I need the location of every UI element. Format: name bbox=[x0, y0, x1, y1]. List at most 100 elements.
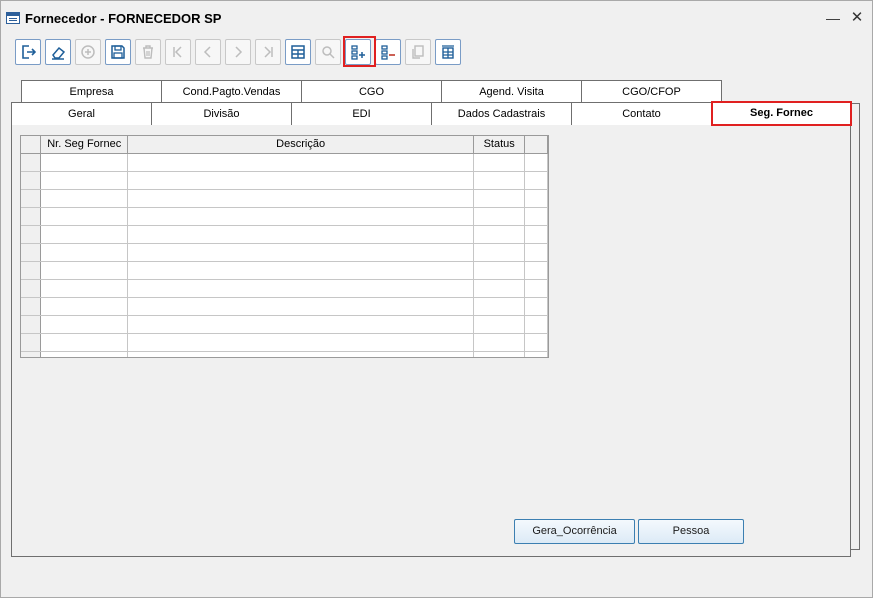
filler-cell bbox=[524, 315, 548, 334]
row-header-cell bbox=[21, 315, 42, 334]
nr-seg-fornec-cell[interactable] bbox=[40, 333, 129, 352]
tab-agend-visita[interactable]: Agend. Visita bbox=[441, 80, 582, 103]
table-row[interactable] bbox=[21, 225, 548, 244]
status-cell[interactable] bbox=[473, 207, 526, 226]
remove-row-button[interactable] bbox=[375, 39, 401, 65]
status-cell[interactable] bbox=[473, 333, 526, 352]
filler-cell bbox=[524, 225, 548, 244]
nr-seg-fornec-cell[interactable] bbox=[40, 279, 129, 298]
filler-cell bbox=[524, 207, 548, 226]
status-cell[interactable] bbox=[473, 297, 526, 316]
nr-seg-fornec-cell[interactable] bbox=[40, 171, 129, 190]
nr-seg-fornec-cell[interactable] bbox=[40, 189, 129, 208]
table-row[interactable] bbox=[21, 279, 548, 298]
table-row[interactable] bbox=[21, 261, 548, 280]
table-row[interactable] bbox=[21, 297, 548, 316]
grid-view-button[interactable] bbox=[285, 39, 311, 65]
descricao-cell[interactable] bbox=[127, 153, 475, 172]
columns-button[interactable] bbox=[435, 39, 461, 65]
gera-ocorrencia-button[interactable]: Gera_Ocorrência bbox=[514, 519, 635, 544]
search-icon bbox=[322, 46, 335, 59]
nr-seg-fornec-cell[interactable] bbox=[40, 153, 129, 172]
filler-cell bbox=[524, 279, 548, 298]
nr-seg-fornec-cell[interactable] bbox=[40, 315, 129, 334]
previous-button[interactable] bbox=[195, 39, 221, 65]
add-button[interactable] bbox=[75, 39, 101, 65]
descricao-cell[interactable] bbox=[127, 315, 475, 334]
chevron-left-icon bbox=[203, 46, 211, 58]
status-cell[interactable] bbox=[473, 351, 526, 357]
column-header-descricao[interactable]: Descrição bbox=[127, 136, 475, 154]
insert-row-button[interactable] bbox=[345, 39, 371, 65]
descricao-cell[interactable] bbox=[127, 261, 475, 280]
table-row[interactable] bbox=[21, 243, 548, 262]
table-row[interactable] bbox=[21, 315, 548, 334]
tab-cgo[interactable]: CGO bbox=[301, 80, 442, 103]
copy-button[interactable] bbox=[405, 39, 431, 65]
status-cell[interactable] bbox=[473, 171, 526, 190]
table-row[interactable] bbox=[21, 189, 548, 208]
table-row[interactable] bbox=[21, 351, 548, 357]
close-button[interactable]: ✕ bbox=[847, 9, 867, 27]
row-header-cell bbox=[21, 225, 42, 244]
nr-seg-fornec-cell[interactable] bbox=[40, 207, 129, 226]
column-header-status[interactable]: Status bbox=[473, 136, 526, 154]
exit-button[interactable] bbox=[15, 39, 41, 65]
tab-contato[interactable]: Contato bbox=[571, 102, 712, 125]
descricao-cell[interactable] bbox=[127, 297, 475, 316]
chevron-right-icon bbox=[235, 46, 243, 58]
last-button[interactable] bbox=[255, 39, 281, 65]
descricao-cell[interactable] bbox=[127, 171, 475, 190]
pessoa-button[interactable]: Pessoa bbox=[638, 519, 744, 544]
next-button[interactable] bbox=[225, 39, 251, 65]
table-row[interactable] bbox=[21, 171, 548, 190]
tab-edi[interactable]: EDI bbox=[291, 102, 432, 125]
descricao-cell[interactable] bbox=[127, 189, 475, 208]
descricao-cell[interactable] bbox=[127, 243, 475, 262]
row-header-cell bbox=[21, 351, 42, 357]
tab-cgo-cfop[interactable]: CGO/CFOP bbox=[581, 80, 722, 103]
clear-button[interactable] bbox=[45, 39, 71, 65]
seg-fornec-grid[interactable]: Nr. Seg Fornec Descrição Status bbox=[20, 135, 549, 358]
tab-dados-cadastrais[interactable]: Dados Cadastrais bbox=[431, 102, 572, 125]
tab-cond-pagto-vendas[interactable]: Cond.Pagto.Vendas bbox=[161, 80, 302, 103]
descricao-cell[interactable] bbox=[127, 333, 475, 352]
tab-empresa[interactable]: Empresa bbox=[21, 80, 162, 103]
save-button[interactable] bbox=[105, 39, 131, 65]
first-record-icon bbox=[173, 46, 182, 58]
minimize-button[interactable]: — bbox=[823, 9, 843, 27]
table-row[interactable] bbox=[21, 153, 548, 172]
table-row[interactable] bbox=[21, 333, 548, 352]
filler-cell bbox=[524, 189, 548, 208]
filler-cell bbox=[524, 171, 548, 190]
table-row[interactable] bbox=[21, 207, 548, 226]
status-cell[interactable] bbox=[473, 261, 526, 280]
exit-icon bbox=[22, 45, 36, 59]
status-cell[interactable] bbox=[473, 279, 526, 298]
nr-seg-fornec-cell[interactable] bbox=[40, 261, 129, 280]
search-button[interactable] bbox=[315, 39, 341, 65]
nr-seg-fornec-cell[interactable] bbox=[40, 297, 129, 316]
descricao-cell[interactable] bbox=[127, 279, 475, 298]
status-cell[interactable] bbox=[473, 153, 526, 172]
status-cell[interactable] bbox=[473, 225, 526, 244]
status-cell[interactable] bbox=[473, 189, 526, 208]
tab-seg-fornec[interactable]: Seg. Fornec bbox=[711, 101, 852, 126]
descricao-cell[interactable] bbox=[127, 225, 475, 244]
delete-button[interactable] bbox=[135, 39, 161, 65]
first-button[interactable] bbox=[165, 39, 191, 65]
nr-seg-fornec-cell[interactable] bbox=[40, 243, 129, 262]
nr-seg-fornec-cell[interactable] bbox=[40, 351, 129, 357]
tab-divisao[interactable]: Divisão bbox=[151, 102, 292, 125]
window-icon bbox=[6, 12, 20, 24]
status-cell[interactable] bbox=[473, 243, 526, 262]
nr-seg-fornec-cell[interactable] bbox=[40, 225, 129, 244]
tab-geral[interactable]: Geral bbox=[11, 102, 152, 125]
title-bar: Fornecedor - FORNECEDOR SP — ✕ bbox=[1, 1, 872, 35]
grid-header-row: Nr. Seg Fornec Descrição Status bbox=[21, 136, 548, 154]
descricao-cell[interactable] bbox=[127, 207, 475, 226]
status-cell[interactable] bbox=[473, 315, 526, 334]
plus-circle-icon bbox=[81, 45, 95, 59]
column-header-nr-seg-fornec[interactable]: Nr. Seg Fornec bbox=[40, 136, 129, 154]
descricao-cell[interactable] bbox=[127, 351, 475, 357]
